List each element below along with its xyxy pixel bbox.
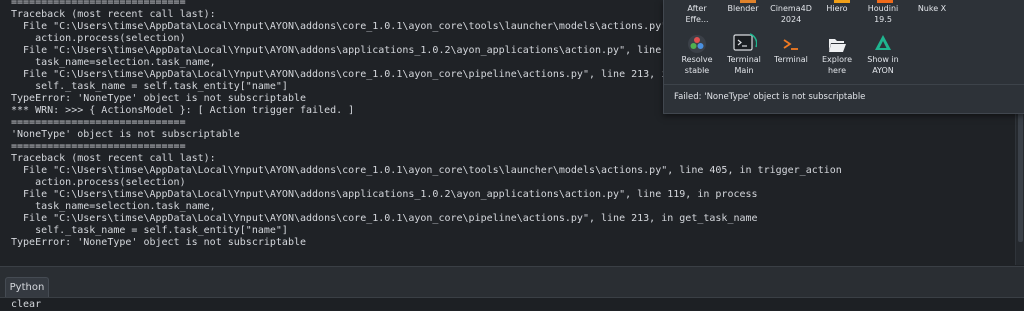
app-label-show-in-ayon[interactable]: Show in AYON: [853, 54, 913, 76]
console-line: Traceback (most recent call last):: [11, 153, 216, 164]
houdini-icon: [877, 0, 893, 3]
python-input-field[interactable]: clear: [0, 297, 1024, 310]
ayon-icon[interactable]: [873, 33, 893, 53]
input-text: clear: [11, 299, 42, 310]
app-label-nuke[interactable]: Nuke X: [902, 3, 962, 14]
console-line: =============================: [11, 141, 186, 152]
hiero-icon: [834, 0, 850, 3]
console-line: self._task_name = self.task_entity["name…: [11, 225, 288, 236]
powershell-icon[interactable]: [781, 35, 801, 55]
script-input-area: Python clear: [0, 266, 1024, 310]
terminal-icon[interactable]: [733, 33, 757, 55]
launcher-status-bar: Failed: 'NoneType' object is not subscri…: [664, 84, 1024, 113]
resolve-icon[interactable]: [687, 34, 707, 54]
console-line: =============================: [11, 117, 186, 128]
console-line: 'NoneType' object is not subscriptable: [11, 129, 240, 140]
console-line: TypeError: 'NoneType' object is not subs…: [11, 237, 307, 248]
console-line: File "C:\Users\timse\AppData\Local\Ynput…: [11, 213, 758, 224]
console-line: File "C:\Users\timse\AppData\Local\Ynput…: [11, 165, 842, 176]
console-line: action.process(selection): [11, 177, 186, 188]
console-line: File "C:\Users\timse\AppData\Local\Ynput…: [11, 189, 758, 200]
console-line: task_name=selection.task_name,: [11, 201, 216, 212]
tab-python[interactable]: Python: [5, 277, 49, 298]
status-message: Failed: 'NoneType' object is not subscri…: [674, 92, 866, 102]
blender-icon: [740, 0, 756, 3]
folder-open-icon[interactable]: [827, 34, 847, 54]
launcher-panel: After Effe... Blender Cinema4D 2024 Hiero …: [663, 0, 1024, 114]
